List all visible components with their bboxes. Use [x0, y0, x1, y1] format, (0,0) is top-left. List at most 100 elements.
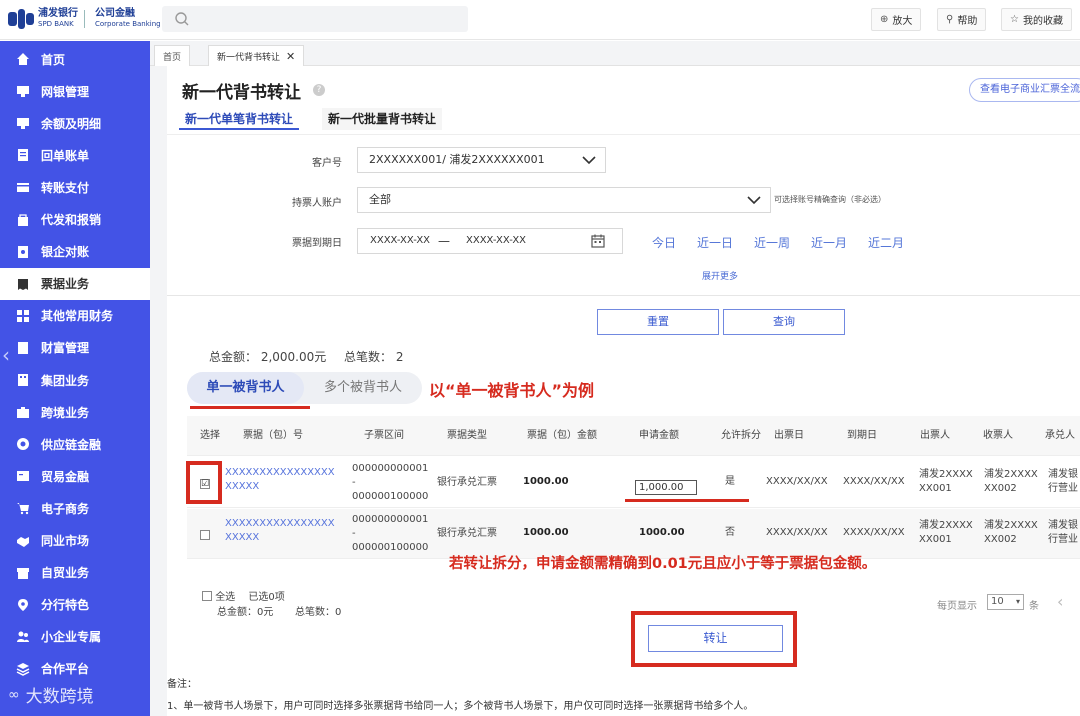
sidebar-item[interactable]: 网银管理	[0, 75, 150, 107]
sidebar-item-label: 分行特色	[41, 598, 90, 613]
handshake-icon	[16, 534, 30, 548]
col-due-date[interactable]: 到期日	[847, 416, 877, 456]
selected-count: 已选0项	[248, 592, 285, 603]
sidebar-item[interactable]: 代发和报销	[0, 204, 150, 236]
help-label: 帮助	[957, 16, 978, 27]
prev-page-icon[interactable]: ‹	[1057, 592, 1063, 611]
sidebar-item-label: 票据业务	[41, 277, 90, 292]
col-issue-date[interactable]: 出票日	[774, 416, 804, 456]
sidebar-item[interactable]: 电子商务	[0, 492, 150, 524]
tab-home[interactable]: 首页	[154, 45, 191, 66]
sidebar-item-label: 银企对账	[41, 245, 90, 260]
quick-last-day[interactable]: 近一日	[697, 234, 733, 251]
apply-amount-input[interactable]: 1,000.00	[635, 480, 697, 495]
collapse-sidebar-icon[interactable]: ‹	[2, 343, 10, 367]
search-input[interactable]	[162, 6, 468, 32]
date-start[interactable]: XXXX-XX-XX	[370, 235, 430, 246]
help-question-icon[interactable]: ?	[313, 84, 325, 96]
payee: 浦发2XXXX XX002	[984, 469, 1038, 494]
sidebar-item-label: 回单账单	[41, 148, 90, 163]
sidebar-item[interactable]: 财富管理	[0, 332, 150, 364]
sidebar-item[interactable]: 其他常用财务	[0, 300, 150, 332]
sidebar-item[interactable]: 集团业务	[0, 364, 150, 396]
query-button[interactable]: 查询	[723, 309, 845, 335]
select-all-checkbox[interactable]	[202, 591, 212, 601]
sidebar-item[interactable]: 回单账单	[0, 139, 150, 171]
col-bill-amount[interactable]: 票据（包）金额	[527, 416, 597, 456]
people-icon	[16, 630, 30, 644]
sidebar-item[interactable]: 票据业务	[0, 267, 150, 300]
view-ecd-link[interactable]: 查看电子商业汇票全流	[969, 78, 1080, 102]
issue-date: XXXX/XX/XX	[766, 527, 828, 538]
sidebar-item-label: 小企业专属	[41, 630, 102, 645]
sidebar-item-label: 供应链金融	[41, 437, 102, 452]
holder-account-select[interactable]: 全部	[357, 187, 771, 213]
sidebar-item[interactable]: 首页	[0, 43, 150, 75]
customer-select[interactable]: 2XXXXXX001/ 浦发2XXXXXX001	[357, 147, 606, 173]
home-icon	[16, 52, 30, 66]
sidebar-item-label: 代发和报销	[41, 213, 102, 227]
chevron-down-icon: ▾	[1015, 597, 1020, 606]
tab-single-endorse[interactable]: 新一代单笔背书转让	[179, 108, 300, 130]
holder-hint: 可选择账号精确查询（非必选）	[774, 195, 886, 204]
sidebar-item[interactable]: 转账支付	[0, 171, 150, 203]
sidebar-item-label: 网银管理	[41, 84, 90, 99]
quick-last-week[interactable]: 近一周	[754, 234, 790, 251]
per-page-select[interactable]: 10 ▾	[987, 594, 1024, 610]
sidebar-item[interactable]: 供应链金融	[0, 428, 150, 460]
calendar-icon[interactable]	[591, 234, 605, 248]
zoom-button[interactable]: ⊕ 放大	[871, 8, 922, 31]
reset-button[interactable]: 重置	[597, 309, 719, 335]
apply-amount: 1000.00	[639, 527, 685, 538]
quick-today[interactable]: 今日	[652, 234, 676, 251]
tab-single-endorsee[interactable]: 单一被背书人	[187, 372, 304, 404]
favorites-button[interactable]: ☆ 我的收藏	[1001, 8, 1072, 31]
remark-line-1: 1、单一被背书人场景下，用户可同时选择多张票据背书给同一人；多个被背书人场景下，…	[167, 701, 754, 712]
close-icon[interactable]: ✕	[286, 50, 295, 63]
date-separator: —	[438, 234, 450, 248]
star-icon: ☆	[1010, 14, 1019, 25]
select-all-label[interactable]: 全选	[215, 592, 235, 603]
sidebar-item[interactable]: 余额及明细	[0, 107, 150, 139]
holder-value: 全部	[369, 193, 391, 206]
spd-bank-logo[interactable]: 浦发银行 SPD BANK 公司金融 Corporate Banking	[8, 8, 161, 30]
sidebar-item[interactable]: 同业市场	[0, 525, 150, 557]
bill-number-link[interactable]: XXXXXXXXXXXXXXXX XXXXX	[225, 517, 335, 545]
sidebar-item[interactable]: 贸易金融	[0, 460, 150, 492]
quick-last-month[interactable]: 近一月	[811, 234, 847, 251]
sidebar-item[interactable]: 分行特色	[0, 589, 150, 621]
watermark: ∞ 大数跨境	[8, 682, 94, 708]
expand-more-link[interactable]: 展开更多	[702, 269, 738, 282]
due-date-range-input[interactable]: XXXX-XX-XX — XXXX-XX-XX	[357, 228, 623, 254]
building-icon	[16, 373, 30, 387]
help-button[interactable]: ⚲ 帮助	[937, 8, 987, 31]
holder-label: 持票人账户	[292, 198, 342, 209]
tab-current[interactable]: 新一代背书转让 ✕	[208, 45, 305, 66]
tab-multiple-endorsee[interactable]: 多个被背书人	[304, 372, 422, 404]
selected-amount: 总金额：0元	[217, 607, 274, 618]
row-checkbox[interactable]	[200, 530, 210, 540]
sidebar-item-label: 其他常用财务	[41, 309, 114, 324]
quick-last-two-months[interactable]: 近二月	[868, 234, 904, 251]
sidebar-item[interactable]: 合作平台	[0, 653, 150, 685]
sidebar-item-label: 同业市场	[41, 534, 90, 548]
stack-icon	[16, 662, 30, 676]
sidebar-item[interactable]: 小企业专属	[0, 621, 150, 653]
sidebar-item-label: 集团业务	[41, 373, 90, 388]
issue-date: XXXX/XX/XX	[766, 476, 828, 487]
payee: 浦发2XXXX XX002	[984, 520, 1038, 545]
favorites-label: 我的收藏	[1022, 16, 1063, 27]
sidebar-item[interactable]: 自贸业务	[0, 557, 150, 589]
date-end[interactable]: XXXX-XX-XX	[466, 235, 526, 246]
logo-bank-en: SPD BANK	[38, 20, 74, 28]
sidebar-item[interactable]: 跨境业务	[0, 396, 150, 428]
main-area: 新一代背书转让 ? 查看电子商业汇票全流 新一代单笔背书转让 新一代批量背书转让…	[150, 66, 1080, 716]
bill-type: 银行承兑汇票	[437, 528, 497, 539]
tab-batch-endorse[interactable]: 新一代批量背书转让	[322, 108, 443, 130]
sidebar-item[interactable]: 银企对账	[0, 236, 150, 268]
annotation-single-endorsee: 以“单一被背书人”为例	[429, 381, 595, 400]
pin-icon	[16, 598, 30, 612]
bill-number-link[interactable]: XXXXXXXXXXXXXXXX XXXXX	[225, 466, 335, 494]
sidebar-item-label: 电子商务	[41, 501, 90, 516]
briefcase-icon	[16, 405, 30, 419]
